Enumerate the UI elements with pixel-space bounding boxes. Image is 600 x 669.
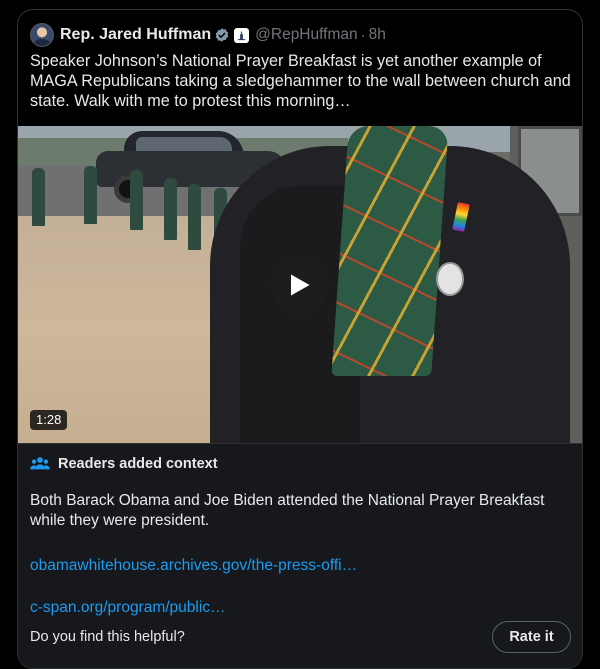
profile-avatar[interactable] — [30, 23, 54, 47]
tweet-text: Speaker Johnson’s National Prayer Breakf… — [30, 52, 571, 110]
play-icon — [291, 274, 310, 296]
people-icon — [30, 457, 50, 470]
community-note-header: Readers added context — [30, 456, 218, 472]
community-note-title: Readers added context — [58, 456, 218, 472]
user-handle[interactable]: @RepHuffman — [255, 26, 357, 44]
bollard — [84, 166, 97, 224]
display-name[interactable]: Rep. Jared Huffman — [60, 26, 211, 44]
bollard — [164, 178, 177, 240]
tweet-header: Rep. Jared Huffman @RepHuffman · 8h — [30, 22, 386, 48]
helpful-prompt: Do you find this helpful? — [30, 629, 185, 645]
video-player[interactable]: 1:28 — [18, 126, 582, 443]
separator-dot: · — [360, 26, 366, 44]
lapel-button — [436, 262, 464, 296]
video-scene-person — [210, 126, 582, 443]
bollard — [130, 170, 143, 230]
play-button[interactable] — [271, 256, 329, 314]
rate-it-button[interactable]: Rate it — [492, 621, 571, 653]
bollard — [188, 184, 201, 250]
verified-badge-icon — [215, 28, 229, 42]
tweet-timestamp[interactable]: 8h — [369, 26, 386, 44]
community-note: Readers added context Both Barack Obama … — [18, 443, 582, 668]
tweet-card[interactable]: Rep. Jared Huffman @RepHuffman · 8h Spea… — [17, 9, 583, 669]
source-link-obama-whitehouse[interactable]: obamawhitehouse.archives.gov/the-press-o… — [30, 557, 357, 575]
bollard — [32, 168, 45, 226]
video-duration: 1:28 — [30, 410, 68, 430]
source-link-cspan[interactable]: c-span.org/program/public… — [30, 599, 226, 617]
government-affiliation-icon — [234, 27, 250, 43]
community-note-body: Both Barack Obama and Joe Biden attended… — [30, 492, 545, 529]
